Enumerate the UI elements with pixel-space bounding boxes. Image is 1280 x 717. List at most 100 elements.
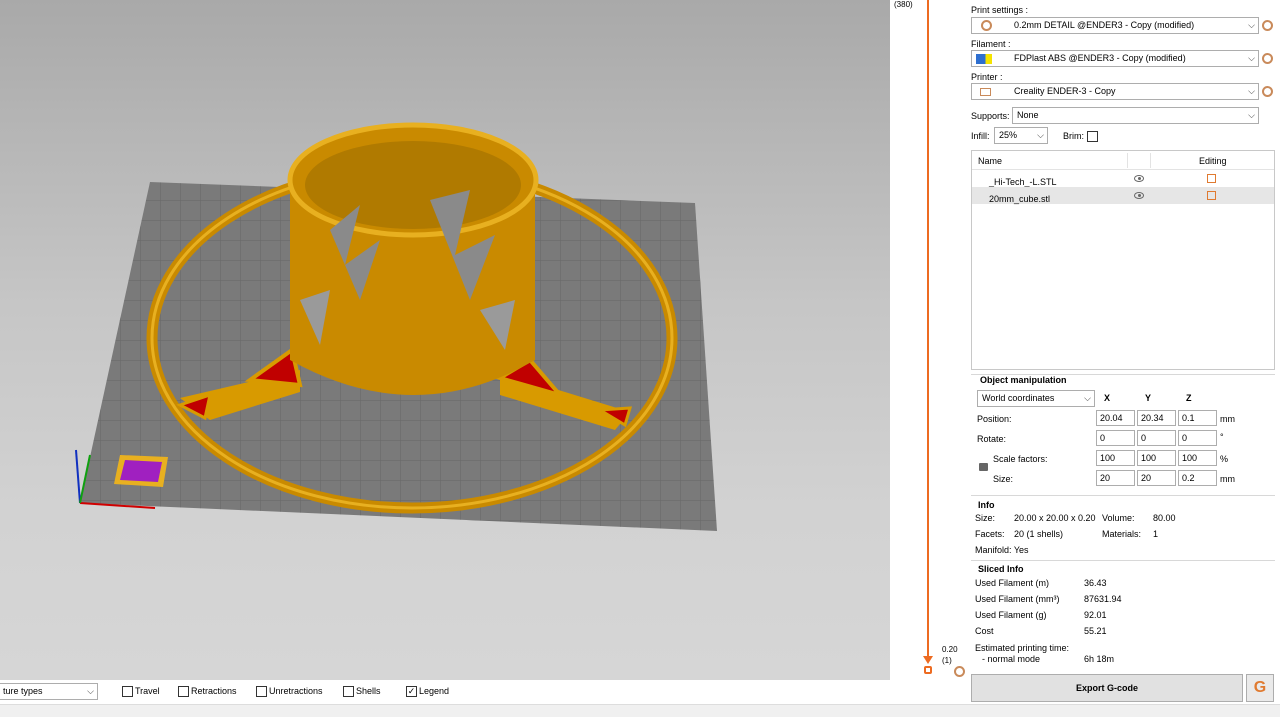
print-settings-select[interactable]: 0.2mm DETAIL @ENDER3 - Copy (modified) ⌵ xyxy=(971,17,1259,34)
rotate-label: Rotate: xyxy=(977,434,1007,444)
object-list: Name Editing _Hi-Tech_-L.STL 20mm_cube.s… xyxy=(971,150,1275,370)
infill-label: Infill: xyxy=(971,131,990,141)
chevron-down-icon: ⌵ xyxy=(1248,86,1255,96)
position-y-input[interactable]: 20.34 xyxy=(1137,410,1176,426)
unretractions-label: Unretractions xyxy=(269,686,323,696)
scale-x-input[interactable]: 100 xyxy=(1096,450,1135,466)
lock-scale-icon[interactable] xyxy=(979,463,988,471)
retractions-label: Retractions xyxy=(191,686,237,696)
visibility-eye-icon[interactable] xyxy=(1134,175,1144,182)
printer-edit-icon[interactable] xyxy=(1262,86,1273,97)
sliced-row-label: Used Filament (m) xyxy=(975,578,1050,588)
info-volume-label: Volume: xyxy=(1102,513,1135,523)
sliced-row-label: Used Filament (mm³) xyxy=(975,594,1060,604)
scale-unit: % xyxy=(1220,454,1229,464)
position-z-input[interactable]: 0.1 xyxy=(1178,410,1217,426)
retractions-checkbox[interactable] xyxy=(178,686,189,697)
sliced-row-label: Cost xyxy=(975,626,994,636)
send-gcode-icon[interactable]: G xyxy=(1246,674,1274,702)
legend-checkbox[interactable]: ✓ xyxy=(406,686,417,697)
print-settings-label: Print settings : xyxy=(971,5,1029,15)
size-y-input[interactable]: 20 xyxy=(1137,470,1176,486)
sliced-row-value: 55.21 xyxy=(1084,626,1107,636)
col-y: Y xyxy=(1145,393,1152,403)
position-label: Position: xyxy=(977,414,1012,424)
normal-mode-value: 6h 18m xyxy=(1084,654,1115,664)
filament-select[interactable]: FDPlast ABS @ENDER3 - Copy (modified) ⌵ xyxy=(971,50,1259,67)
settings-gear-icon[interactable] xyxy=(954,666,965,677)
travel-checkbox[interactable] xyxy=(122,686,133,697)
visibility-eye-icon[interactable] xyxy=(1134,192,1144,199)
info-facets-value: 20 (1 shells) xyxy=(1014,529,1064,539)
size-unit: mm xyxy=(1220,474,1235,484)
print-time-label: Estimated printing time: xyxy=(975,643,1070,653)
object-manipulation-title: Object manipulation xyxy=(980,375,1067,385)
slider-bottom-layer: (1) xyxy=(942,656,952,665)
status-bar xyxy=(0,704,1280,717)
info-size-label: Size: xyxy=(975,513,996,523)
coordinates-select[interactable]: World coordinates ⌵ xyxy=(977,390,1095,407)
position-unit: mm xyxy=(1220,414,1235,424)
printer-label: Printer : xyxy=(971,72,1003,82)
export-gcode-button[interactable]: Export G-code xyxy=(971,674,1243,702)
size-z-input[interactable]: 0.2 xyxy=(1178,470,1217,486)
slider-bottom-value: 0.20 xyxy=(942,645,958,654)
filament-color-icon xyxy=(976,54,992,64)
filament-label: Filament : xyxy=(971,39,1011,49)
print-settings-icon xyxy=(981,20,992,31)
rotate-unit: ° xyxy=(1220,432,1224,442)
chevron-down-icon: ⌵ xyxy=(87,686,94,696)
slider-thumb-icon[interactable] xyxy=(923,656,933,664)
col-name: Name xyxy=(978,156,1003,166)
info-materials-label: Materials: xyxy=(1102,529,1142,539)
scene-render xyxy=(75,122,717,531)
legend-label: Legend xyxy=(419,686,450,696)
info-size-value: 20.00 x 20.00 x 0.20 xyxy=(1014,513,1096,523)
info-volume-value: 80.00 xyxy=(1153,513,1176,523)
sliced-row-value: 87631.94 xyxy=(1084,594,1122,604)
col-z: Z xyxy=(1186,393,1192,403)
info-title: Info xyxy=(978,500,995,510)
unretractions-checkbox[interactable] xyxy=(256,686,267,697)
slider-track[interactable] xyxy=(927,0,929,660)
brim-checkbox[interactable] xyxy=(1087,131,1098,142)
filament-edit-icon[interactable] xyxy=(1262,53,1273,64)
rotate-x-input[interactable]: 0 xyxy=(1096,430,1135,446)
printer-select[interactable]: Creality ENDER-3 - Copy ⌵ xyxy=(971,83,1259,100)
info-facets-label: Facets: xyxy=(975,529,1005,539)
shells-checkbox[interactable] xyxy=(343,686,354,697)
brim-label: Brim: xyxy=(1063,131,1084,141)
chevron-down-icon: ⌵ xyxy=(1248,53,1255,63)
list-item[interactable]: _Hi-Tech_-L.STL xyxy=(972,170,1274,187)
rotate-z-input[interactable]: 0 xyxy=(1178,430,1217,446)
size-label: Size: xyxy=(993,474,1014,484)
3d-viewport[interactable] xyxy=(0,0,890,680)
slider-top-value: (380) xyxy=(894,0,913,9)
col-x: X xyxy=(1104,393,1111,403)
sliced-row-label: Used Filament (g) xyxy=(975,610,1047,620)
supports-select[interactable]: None ⌵ xyxy=(1012,107,1259,124)
infill-select[interactable]: 25% ⌵ xyxy=(994,127,1048,144)
list-item[interactable]: 20mm_cube.stl xyxy=(972,187,1274,204)
print-settings-edit-icon[interactable] xyxy=(1262,20,1273,31)
scale-y-input[interactable]: 100 xyxy=(1137,450,1176,466)
travel-label: Travel xyxy=(135,686,160,696)
edit-icon[interactable] xyxy=(1207,174,1216,183)
sliced-row-value: 36.43 xyxy=(1084,578,1107,588)
chevron-down-icon: ⌵ xyxy=(1084,393,1091,403)
lock-icon[interactable] xyxy=(924,666,932,674)
supports-label: Supports: xyxy=(971,111,1010,121)
chevron-down-icon: ⌵ xyxy=(1248,20,1255,30)
chevron-down-icon: ⌵ xyxy=(1248,110,1255,120)
scale-z-input[interactable]: 100 xyxy=(1178,450,1217,466)
view-type-select[interactable]: ture types ⌵ xyxy=(0,683,98,700)
edit-icon[interactable] xyxy=(1207,191,1216,200)
chevron-down-icon: ⌵ xyxy=(1037,130,1044,140)
size-x-input[interactable]: 20 xyxy=(1096,470,1135,486)
rotate-y-input[interactable]: 0 xyxy=(1137,430,1176,446)
layer-slider[interactable]: (380) 0.20 (1) xyxy=(890,0,968,680)
col-editing: Editing xyxy=(1199,156,1227,166)
position-x-input[interactable]: 20.04 xyxy=(1096,410,1135,426)
object-list-header: Name Editing xyxy=(972,151,1274,170)
sliced-info-title: Sliced Info xyxy=(978,564,1024,574)
